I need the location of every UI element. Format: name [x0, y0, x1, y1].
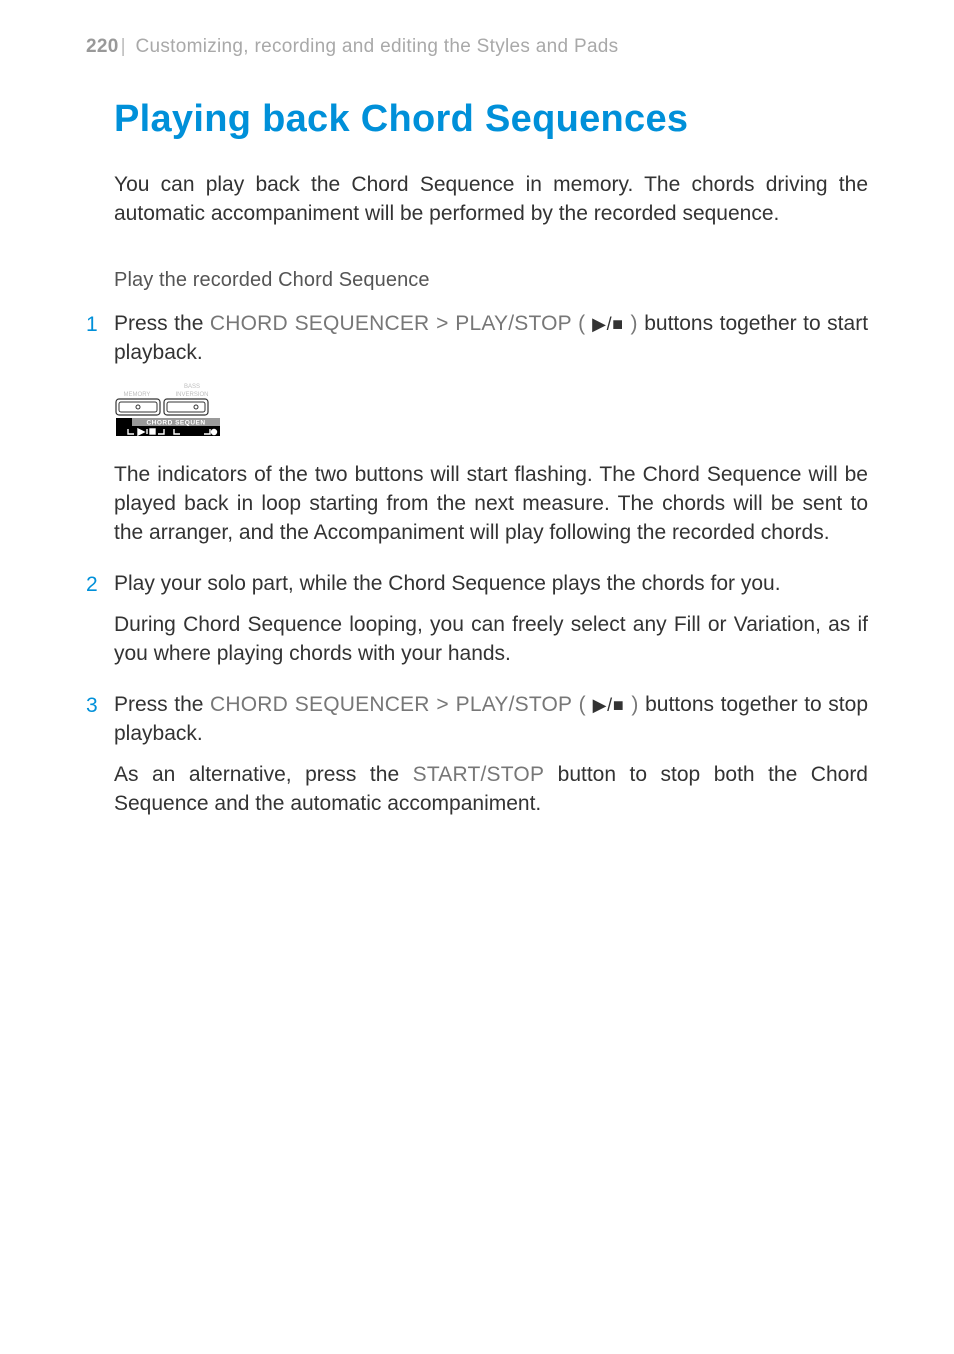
play-stop-icon: ▶/■	[592, 314, 624, 334]
page-number: 220	[86, 36, 119, 57]
page-title: Playing back Chord Sequences	[114, 98, 868, 141]
playstop-close-2: )	[625, 693, 639, 716]
illus-label-bass: BASS	[184, 384, 200, 390]
subheading: Play the recorded Chord Sequence	[114, 269, 868, 292]
running-header: 220| Customizing, recording and editing …	[86, 36, 868, 58]
button-illustration: BASS MEMORY INVERSION CHORD SEQUEN	[114, 380, 868, 443]
step-3: 3 Press the CHORD SEQUENCER > PLAY/STOP …	[86, 691, 868, 749]
step-1: 1 Press the CHORD SEQUENCER > PLAY/STOP …	[86, 310, 868, 368]
intro-paragraph: You can play back the Chord Sequence in …	[114, 171, 868, 229]
step-2: 2 Play your solo part, while the Chord S…	[86, 570, 868, 599]
play-stop-icon-2: ▶/■	[593, 695, 625, 715]
chord-sequencer-playstop-label: CHORD SEQUENCER > PLAY/STOP (	[210, 312, 592, 335]
playstop-close: )	[624, 312, 638, 335]
paragraph-after-step3: As an alternative, press the START/STOP …	[114, 761, 868, 819]
chord-sequencer-playstop-label-2: CHORD SEQUENCER > PLAY/STOP (	[210, 693, 593, 716]
p3-pre: As an alternative, press the	[114, 763, 413, 786]
illus-banner-text: CHORD SEQUEN	[146, 419, 205, 426]
step-3-pre: Press the	[114, 693, 210, 716]
paragraph-after-step2: During Chord Sequence looping, you can f…	[114, 611, 868, 669]
illus-label-inversion: INVERSION	[175, 392, 208, 398]
illus-label-memory: MEMORY	[124, 392, 151, 398]
step-2-number: 2	[86, 570, 114, 599]
step-3-body: Press the CHORD SEQUENCER > PLAY/STOP ( …	[114, 691, 868, 749]
step-1-pre: Press the	[114, 312, 210, 335]
start-stop-label: START/STOP	[413, 763, 545, 786]
header-section: Customizing, recording and editing the S…	[135, 36, 618, 57]
step-2-body: Play your solo part, while the Chord Seq…	[114, 570, 868, 599]
header-divider: |	[121, 36, 126, 57]
paragraph-after-step1: The indicators of the two buttons will s…	[114, 461, 868, 548]
step-3-number: 3	[86, 691, 114, 749]
page: 220| Customizing, recording and editing …	[0, 0, 954, 1354]
step-1-number: 1	[86, 310, 114, 368]
step-1-body: Press the CHORD SEQUENCER > PLAY/STOP ( …	[114, 310, 868, 368]
